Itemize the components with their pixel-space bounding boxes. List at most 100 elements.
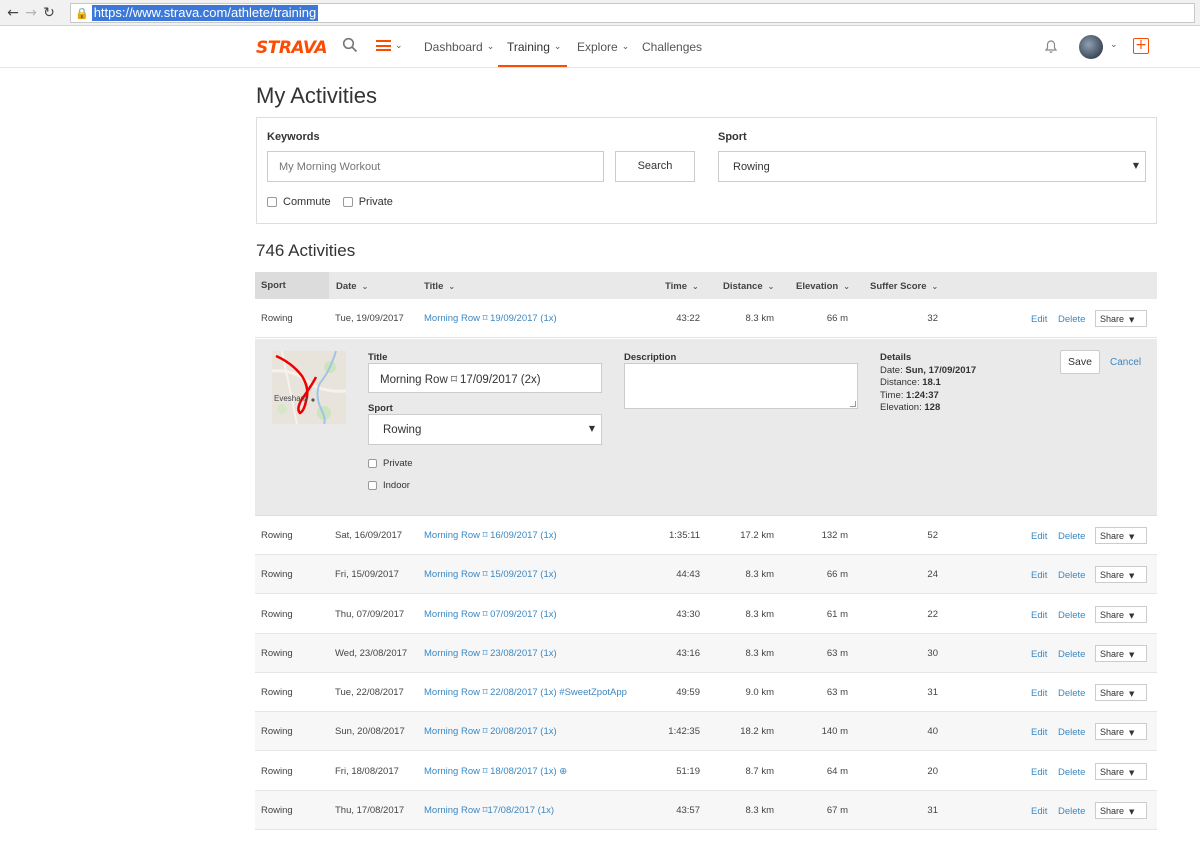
- inline-edit-panel: Evesham Title Morning Row ⌑ 17/09/2017 (…: [255, 339, 1157, 516]
- edit-link[interactable]: Edit: [1031, 610, 1047, 621]
- col-elevation[interactable]: Elevation ⌄: [796, 281, 850, 292]
- edit-sport-select[interactable]: Rowing ▼: [368, 414, 602, 445]
- caret-down-icon: ▼: [1129, 808, 1135, 816]
- cell-elevation: 66 m: [826, 569, 848, 580]
- col-elevation-label: Elevation: [796, 281, 839, 292]
- edit-link[interactable]: Edit: [1031, 314, 1047, 325]
- cell-suffer-score: 30: [927, 648, 938, 659]
- caret-down-icon: ▼: [1129, 572, 1135, 580]
- delete-link[interactable]: Delete: [1058, 531, 1085, 542]
- keywords-input[interactable]: [267, 151, 604, 182]
- keywords-label: Keywords: [267, 131, 320, 143]
- share-button[interactable]: Share ▼: [1095, 802, 1147, 819]
- details-label: Details: [880, 352, 912, 363]
- lock-icon: 🔒: [75, 6, 89, 20]
- avatar[interactable]: [1079, 35, 1103, 59]
- activity-title-link[interactable]: Morning Row ⌑ 18/08/2017 (1x) ⊕: [424, 766, 567, 777]
- delete-link[interactable]: Delete: [1058, 767, 1085, 778]
- cancel-link[interactable]: Cancel: [1110, 357, 1141, 368]
- col-date[interactable]: Date ⌄: [336, 281, 368, 292]
- commute-checkbox[interactable]: [267, 197, 277, 207]
- nav-dashboard[interactable]: Dashboard ⌄: [424, 40, 494, 54]
- activity-title-link[interactable]: Morning Row ⌑17/08/2017 (1x): [424, 805, 554, 816]
- address-bar[interactable]: 🔒 https://www.strava.com/athlete/trainin…: [70, 3, 1195, 23]
- delete-link[interactable]: Delete: [1058, 806, 1085, 817]
- cell-elevation: 67 m: [826, 805, 848, 816]
- edit-private-checkbox[interactable]: [368, 459, 377, 468]
- cell-sport: Rowing: [261, 609, 293, 620]
- route-map-thumbnail[interactable]: Evesham: [272, 351, 346, 424]
- share-button[interactable]: Share ▼: [1095, 310, 1147, 327]
- edit-indoor-checkbox[interactable]: [368, 481, 377, 490]
- share-button[interactable]: Share ▼: [1095, 606, 1147, 623]
- activity-title-link[interactable]: Morning Row ⌑ 19/09/2017 (1x): [424, 313, 557, 324]
- menu-button[interactable]: ⌄: [376, 40, 403, 51]
- edit-title-input[interactable]: Morning Row ⌑ 17/09/2017 (2x): [368, 363, 602, 393]
- reload-icon[interactable]: ↻: [40, 5, 58, 21]
- search-button[interactable]: Search: [615, 151, 695, 182]
- upload-icon[interactable]: +: [1133, 38, 1149, 54]
- edit-link[interactable]: Edit: [1031, 570, 1047, 581]
- activity-title-link[interactable]: Morning Row ⌑ 20/08/2017 (1x): [424, 726, 557, 737]
- cell-time: 43:22: [676, 313, 700, 324]
- edit-indoor-option: Indoor: [368, 480, 410, 491]
- share-button[interactable]: Share ▼: [1095, 723, 1147, 740]
- activity-title-link[interactable]: Morning Row ⌑ 22/08/2017 (1x) #SweetZpot…: [424, 687, 627, 698]
- delete-link[interactable]: Delete: [1058, 727, 1085, 738]
- cell-elevation: 132 m: [821, 530, 848, 541]
- cell-sport: Rowing: [261, 726, 293, 737]
- delete-link[interactable]: Delete: [1058, 610, 1085, 621]
- nav-explore[interactable]: Explore ⌄: [577, 40, 629, 54]
- nav-challenges[interactable]: Challenges: [642, 40, 702, 54]
- bell-icon[interactable]: [1043, 38, 1059, 54]
- description-textarea[interactable]: [624, 363, 858, 409]
- table-row: Rowing Sat, 16/09/2017 Morning Row ⌑ 16/09…: [255, 516, 1157, 555]
- search-icon[interactable]: [342, 37, 358, 53]
- share-button[interactable]: Share ▼: [1095, 763, 1147, 780]
- nav-training-label: Training: [507, 40, 550, 54]
- edit-link[interactable]: Edit: [1031, 531, 1047, 542]
- activity-count: 746 Activities: [256, 241, 356, 260]
- nav-training[interactable]: Training ⌄: [507, 40, 561, 54]
- share-button[interactable]: Share ▼: [1095, 645, 1147, 662]
- edit-link[interactable]: Edit: [1031, 727, 1047, 738]
- edit-link[interactable]: Edit: [1031, 649, 1047, 660]
- activity-title-link[interactable]: Morning Row ⌑ 16/09/2017 (1x): [424, 530, 557, 541]
- nav-challenges-label: Challenges: [642, 40, 703, 54]
- url-text[interactable]: https://www.strava.com/athlete/training: [91, 5, 319, 21]
- private-checkbox[interactable]: [342, 197, 353, 207]
- col-distance[interactable]: Distance ⌄: [723, 281, 774, 292]
- sport-select[interactable]: Rowing ▼: [718, 151, 1146, 182]
- delete-link[interactable]: Delete: [1058, 649, 1085, 660]
- edit-link[interactable]: Edit: [1031, 688, 1047, 699]
- edit-indoor-label: Indoor: [383, 480, 410, 491]
- share-button[interactable]: Share ▼: [1095, 527, 1147, 544]
- chevron-down-icon: ⌄: [448, 282, 456, 291]
- detail-time-key: Time:: [880, 389, 904, 401]
- forward-icon[interactable]: →: [22, 5, 40, 21]
- chevron-down-icon: ⌄: [621, 42, 630, 52]
- activity-title-link[interactable]: Morning Row ⌑ 07/09/2017 (1x): [424, 609, 557, 620]
- cell-time: 43:16: [676, 648, 700, 659]
- share-button[interactable]: Share ▼: [1095, 684, 1147, 701]
- activity-title-link[interactable]: Morning Row ⌑ 23/08/2017 (1x): [424, 648, 557, 659]
- edit-title-label: Title: [368, 352, 388, 363]
- cell-time: 1:35:11: [669, 530, 700, 541]
- save-button[interactable]: Save: [1060, 350, 1100, 374]
- chevron-down-icon[interactable]: ⌄: [1110, 40, 1118, 50]
- resize-handle-icon[interactable]: [850, 401, 856, 407]
- col-suffer-score[interactable]: Suffer Score ⌄: [870, 281, 938, 292]
- share-button[interactable]: Share ▼: [1095, 566, 1147, 583]
- edit-link[interactable]: Edit: [1031, 767, 1047, 778]
- edit-link[interactable]: Edit: [1031, 806, 1047, 817]
- strava-logo[interactable]: STRAVA: [256, 38, 328, 58]
- delete-link[interactable]: Delete: [1058, 688, 1085, 699]
- delete-link[interactable]: Delete: [1058, 314, 1085, 325]
- back-icon[interactable]: ←: [4, 5, 22, 21]
- col-title[interactable]: Title ⌄: [424, 281, 455, 292]
- delete-link[interactable]: Delete: [1058, 570, 1085, 581]
- col-time[interactable]: Time ⌄: [665, 281, 699, 292]
- sport-select-value: Rowing: [733, 161, 770, 173]
- activity-title-link[interactable]: Morning Row ⌑ 15/09/2017 (1x): [424, 569, 557, 580]
- caret-down-icon: ▼: [1129, 612, 1135, 620]
